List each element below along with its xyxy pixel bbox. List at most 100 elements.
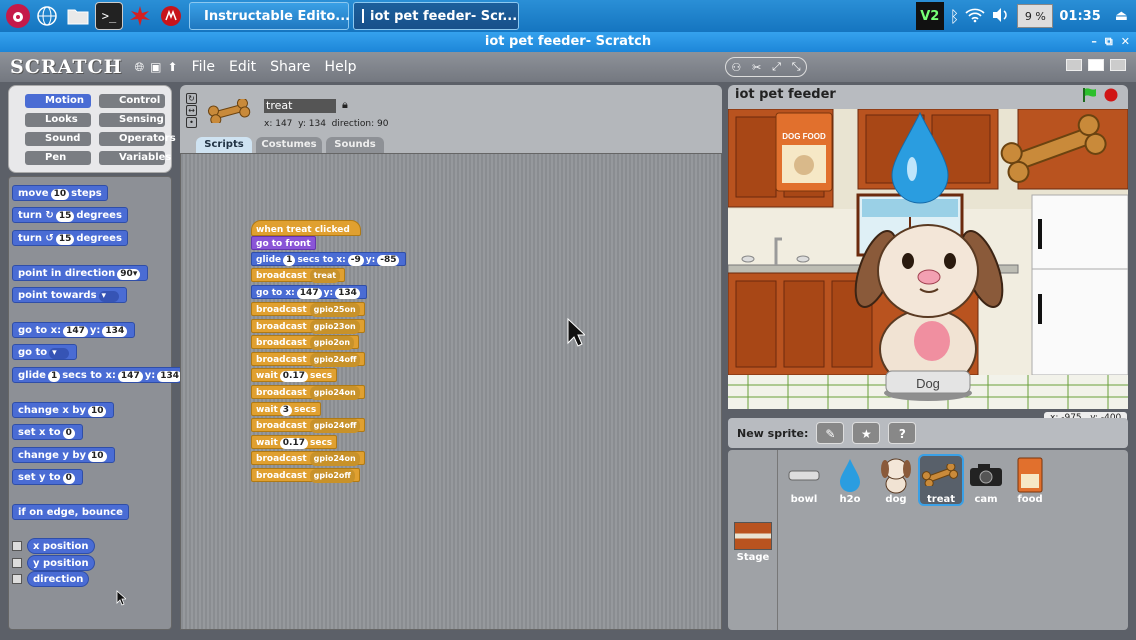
script-broadcast-block[interactable]: broadcast gpio25on — [251, 302, 365, 317]
flip-icon[interactable]: ↔ — [186, 105, 197, 116]
eject-icon[interactable]: ⏏ — [1115, 8, 1128, 24]
category-motion[interactable]: Motion — [25, 94, 91, 108]
task-scratch[interactable]: iot pet feeder- Scr... — [353, 2, 519, 30]
choose-sprite-file-icon[interactable]: ★ — [852, 422, 881, 444]
file-manager-icon[interactable] — [64, 2, 92, 30]
food-bag-sprite[interactable] — [775, 112, 833, 192]
normal-stage-icon[interactable] — [1088, 59, 1104, 71]
close-button[interactable]: ✕ — [1121, 32, 1130, 52]
presentation-mode-icon[interactable] — [1110, 59, 1126, 71]
category-pen[interactable]: Pen — [25, 151, 91, 165]
block-glide[interactable]: glide 1 secs to x: 147 y: 134 — [12, 367, 191, 383]
stage[interactable]: DOG FOOD Dog — [728, 109, 1128, 409]
sprite-name-input[interactable]: treat — [264, 99, 336, 113]
script-go-to-xy[interactable]: go to x: 147 y: 134 — [251, 285, 367, 299]
block-set-y[interactable]: set y to 0 — [12, 469, 83, 485]
grow-tool-icon[interactable]: ⤢ — [772, 60, 781, 74]
script-broadcast-block[interactable]: broadcast gpio24off — [251, 418, 366, 434]
surprise-sprite-icon[interactable]: ? — [888, 422, 917, 444]
block-move[interactable]: move 10 steps — [12, 185, 108, 201]
script-broadcast-block[interactable]: broadcast gpio23on — [251, 318, 365, 334]
category-operators[interactable]: Operators — [99, 132, 176, 146]
block-set-x[interactable]: set x to 0 — [12, 424, 83, 440]
block-change-x[interactable]: change x by 10 — [12, 402, 115, 418]
lock-icon[interactable]: 🔒︎ — [342, 98, 348, 112]
wifi-icon[interactable] — [965, 7, 985, 26]
block-change-y[interactable]: change y by 10 — [12, 447, 115, 463]
browser-globe-icon[interactable] — [33, 2, 61, 30]
script-broadcast-block[interactable]: broadcast gpio24on — [251, 451, 365, 467]
minimize-button[interactable]: – — [1091, 32, 1097, 52]
small-stage-icon[interactable] — [1066, 59, 1082, 71]
script-broadcast-block[interactable]: broadcast gpio24on — [251, 385, 365, 400]
script-hat-when-clicked[interactable]: when treat clicked — [251, 220, 361, 236]
block-turn-right[interactable]: turn ↻ 15 degrees — [12, 207, 128, 223]
block-if-on-edge-bounce[interactable]: if on edge, bounce — [12, 504, 129, 520]
window-icon — [362, 9, 364, 23]
script-glide[interactable]: glide 1 secs to x: -9 y: -85 — [251, 252, 407, 266]
category-control[interactable]: Control — [99, 94, 165, 108]
menu-share[interactable]: Share — [270, 59, 310, 75]
stop-sign-icon[interactable] — [1104, 88, 1118, 109]
script-broadcast-block[interactable]: broadcast gpio2on — [251, 335, 360, 351]
script-wait-block[interactable]: wait 0.17 secs — [251, 368, 338, 383]
task-label: Instructable Edito... — [204, 8, 351, 24]
category-sound[interactable]: Sound — [25, 132, 91, 146]
volume-icon[interactable] — [991, 7, 1011, 26]
green-flag-icon[interactable] — [1082, 87, 1098, 110]
category-panel: Motion Control Looks Sensing Sound Opera… — [8, 85, 176, 173]
sprite-thumb-treat[interactable]: treat — [918, 454, 964, 506]
stage-thumbnail[interactable]: Stage — [728, 450, 778, 630]
block-turn-left[interactable]: turn ↺ 15 degrees — [12, 230, 128, 246]
reporter-direction[interactable]: direction — [27, 571, 90, 587]
scripts-area[interactable]: when treat clicked go to front glide 1 sec… — [180, 153, 722, 630]
block-point-in-direction[interactable]: point in direction 90▾ — [12, 265, 149, 281]
shrink-tool-icon[interactable]: ⤡ — [792, 60, 801, 74]
rotate-icon[interactable]: ↻ — [186, 93, 197, 104]
burst-icon[interactable] — [126, 2, 154, 30]
script-wait-block[interactable]: wait 3 secs — [251, 401, 322, 416]
sprite-thumb-bowl[interactable]: bowl — [784, 456, 824, 505]
wolfram-icon[interactable] — [157, 2, 185, 30]
category-sensing[interactable]: Sensing — [99, 113, 165, 127]
task-instructable-editor[interactable]: Instructable Edito... — [189, 2, 351, 30]
menu-edit[interactable]: Edit — [229, 59, 256, 75]
checkbox-x-position[interactable] — [12, 541, 22, 551]
delete-tool-icon[interactable]: ✂ — [752, 61, 761, 74]
script-wait-block[interactable]: wait 0.17 secs — [251, 434, 338, 449]
block-go-to-xy[interactable]: go to x: 147 y: 134 — [12, 322, 136, 338]
script-broadcast-block[interactable]: broadcast gpio24off — [251, 351, 366, 367]
paint-new-sprite-icon[interactable]: ✎ — [816, 422, 845, 444]
script-broadcast-block[interactable]: broadcast gpio2off — [251, 468, 360, 483]
save-disk-icon[interactable]: ▣ — [150, 60, 161, 75]
script-broadcast-treat[interactable]: broadcast treat — [251, 268, 346, 283]
sprite-thumb-dog[interactable]: dog — [876, 456, 916, 505]
share-icon[interactable]: ⬆ — [168, 60, 178, 75]
tab-costumes[interactable]: Costumes — [256, 137, 322, 153]
block-point-towards[interactable]: point towards ▾ — [12, 287, 127, 303]
block-go-to[interactable]: go to ▾ — [12, 344, 78, 360]
category-looks[interactable]: Looks — [25, 113, 91, 127]
task-label: iot pet feeder- Scr... — [370, 8, 518, 24]
bluetooth-icon[interactable]: ᛒ — [950, 7, 960, 26]
duplicate-tool-icon[interactable]: ⚇ — [731, 61, 741, 74]
sprite-thumb-food[interactable]: food — [1010, 456, 1050, 505]
menu-file[interactable]: File — [192, 59, 215, 75]
tab-sounds[interactable]: Sounds — [326, 137, 384, 153]
menu-help[interactable]: Help — [325, 59, 357, 75]
vnc-icon[interactable]: V2 — [915, 2, 944, 30]
reporter-x-position[interactable]: x position — [27, 538, 95, 554]
language-globe-icon[interactable]: 🌐︎ — [135, 60, 145, 75]
raspberry-menu-icon[interactable] — [6, 4, 30, 28]
category-variables[interactable]: Variables — [99, 151, 171, 165]
checkbox-direction[interactable] — [12, 574, 22, 584]
tab-scripts[interactable]: Scripts — [196, 137, 252, 153]
maximize-button[interactable]: ⧉ — [1105, 32, 1113, 52]
terminal-icon[interactable]: >_ — [95, 2, 123, 30]
sprite-thumb-cam[interactable]: cam — [966, 456, 1006, 505]
reporter-y-position[interactable]: y position — [27, 555, 95, 571]
no-rotate-icon[interactable]: • — [186, 117, 197, 128]
checkbox-y-position[interactable] — [12, 558, 22, 568]
sprite-thumb-h2o[interactable]: h2o — [830, 456, 870, 505]
script-go-to-front[interactable]: go to front — [251, 236, 316, 250]
